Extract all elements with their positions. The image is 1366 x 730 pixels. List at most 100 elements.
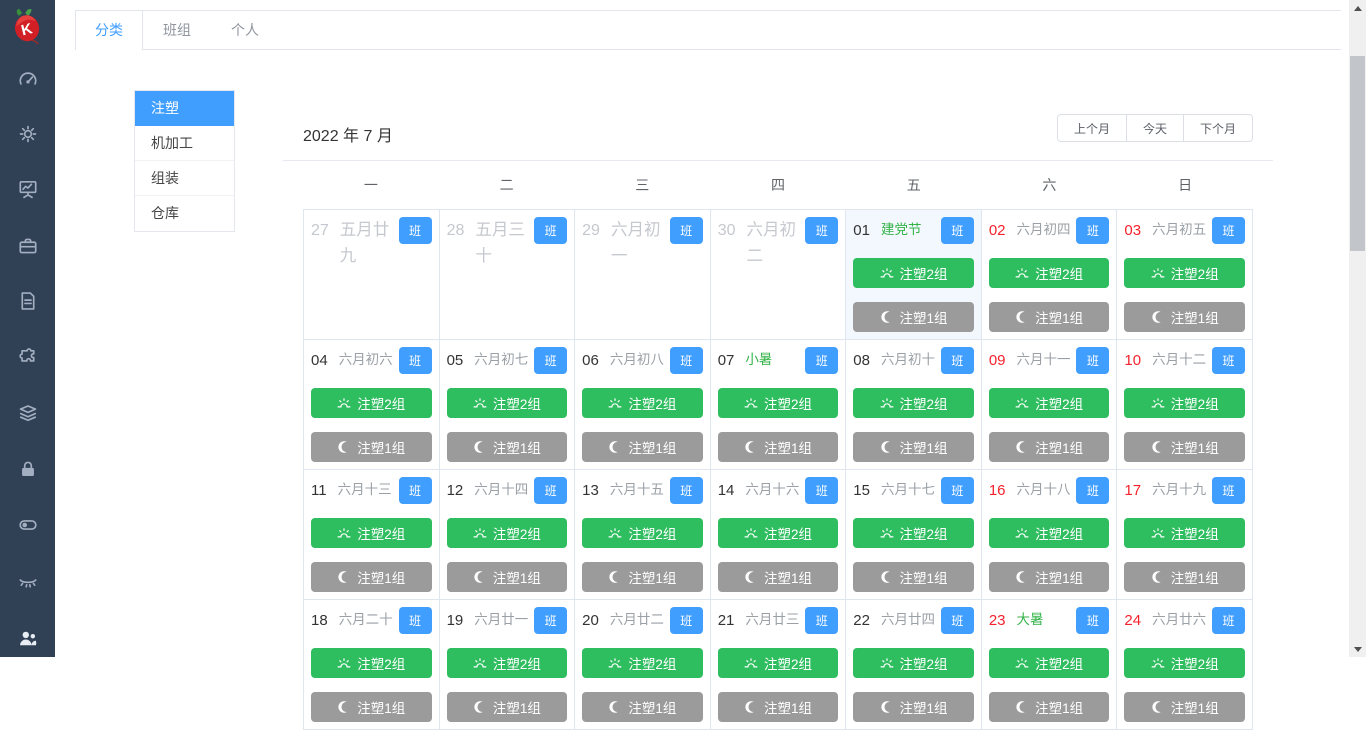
- toggle-icon[interactable]: [17, 514, 39, 536]
- shift-badge[interactable]: 班: [805, 477, 839, 504]
- shift-badge[interactable]: 班: [805, 217, 839, 244]
- day-shift-event[interactable]: 注塑2组: [988, 388, 1110, 418]
- calendar-cell[interactable]: 13 六月十五班注塑2组 注塑1组: [575, 470, 711, 600]
- day-shift-event[interactable]: 注塑2组: [446, 648, 568, 678]
- scroll-up-arrow[interactable]: [1349, 0, 1366, 16]
- menu-item-assembly[interactable]: 组装: [135, 161, 234, 196]
- day-shift-event[interactable]: 注塑2组: [311, 648, 432, 678]
- shift-badge[interactable]: 班: [940, 607, 974, 634]
- day-shift-event[interactable]: 注塑2组: [1124, 648, 1245, 678]
- calendar-cell[interactable]: 10 六月十二班注塑2组 注塑1组: [1117, 340, 1253, 470]
- users-icon[interactable]: [17, 627, 39, 649]
- calendar-cell[interactable]: 27 五月廿九班: [304, 210, 440, 340]
- day-shift-event[interactable]: 注塑2组: [311, 518, 432, 548]
- day-shift-event[interactable]: 注塑2组: [1124, 258, 1245, 288]
- calendar-cell[interactable]: 08 六月初十班注塑2组 注塑1组: [846, 340, 982, 470]
- calendar-cell[interactable]: 06 六月初八班注塑2组 注塑1组: [575, 340, 711, 470]
- day-shift-event[interactable]: 注塑2组: [1124, 518, 1245, 548]
- calendar-cell[interactable]: 30 六月初二班: [710, 210, 847, 340]
- shift-badge[interactable]: 班: [669, 607, 703, 634]
- calendar-cell[interactable]: 16 六月十八班注塑2组 注塑1组: [981, 470, 1118, 600]
- shift-badge[interactable]: 班: [1076, 347, 1110, 374]
- calendar-cell[interactable]: 20 六月廿二班注塑2组 注塑1组: [575, 600, 711, 730]
- tab-team[interactable]: 班组: [143, 11, 211, 49]
- shift-badge[interactable]: 班: [940, 217, 974, 244]
- day-shift-event[interactable]: 注塑2组: [1124, 388, 1245, 418]
- shift-badge[interactable]: 班: [1076, 217, 1110, 244]
- shift-badge[interactable]: 班: [1076, 477, 1110, 504]
- night-shift-event[interactable]: 注塑1组: [1124, 432, 1245, 462]
- shift-badge[interactable]: 班: [669, 217, 703, 244]
- prev-month-button[interactable]: 上个月: [1056, 114, 1127, 142]
- day-shift-event[interactable]: 注塑2组: [582, 388, 703, 418]
- next-month-button[interactable]: 下个月: [1182, 114, 1253, 142]
- scrollbar-thumb[interactable]: [1350, 56, 1365, 251]
- calendar-cell[interactable]: 22 六月廿四班注塑2组 注塑1组: [846, 600, 982, 730]
- night-shift-event[interactable]: 注塑1组: [988, 432, 1110, 462]
- night-shift-event[interactable]: 注塑1组: [311, 692, 432, 722]
- day-shift-event[interactable]: 注塑2组: [988, 648, 1110, 678]
- night-shift-event[interactable]: 注塑1组: [446, 562, 568, 592]
- menu-item-warehouse[interactable]: 仓库: [135, 196, 234, 231]
- puzzle-icon[interactable]: [17, 346, 39, 368]
- day-shift-event[interactable]: 注塑2组: [311, 388, 432, 418]
- shift-badge[interactable]: 班: [534, 477, 568, 504]
- night-shift-event[interactable]: 注塑1组: [853, 432, 974, 462]
- day-shift-event[interactable]: 注塑2组: [853, 648, 974, 678]
- day-shift-event[interactable]: 注塑2组: [446, 518, 568, 548]
- calendar-cell[interactable]: 18 六月二十班注塑2组 注塑1组: [304, 600, 440, 730]
- night-shift-event[interactable]: 注塑1组: [988, 562, 1110, 592]
- shift-badge[interactable]: 班: [669, 477, 703, 504]
- night-shift-event[interactable]: 注塑1组: [311, 562, 432, 592]
- tab-category[interactable]: 分类: [75, 11, 143, 50]
- shift-badge[interactable]: 班: [805, 347, 839, 374]
- menu-item-machining[interactable]: 机加工: [135, 126, 234, 161]
- calendar-cell[interactable]: 09 六月十一班注塑2组 注塑1组: [981, 340, 1118, 470]
- day-shift-event[interactable]: 注塑2组: [988, 518, 1110, 548]
- night-shift-event[interactable]: 注塑1组: [446, 432, 568, 462]
- calendar-cell[interactable]: 24 六月廿六班注塑2组 注塑1组: [1117, 600, 1253, 730]
- day-shift-event[interactable]: 注塑2组: [717, 518, 839, 548]
- shift-badge[interactable]: 班: [398, 477, 432, 504]
- night-shift-event[interactable]: 注塑1组: [582, 692, 703, 722]
- calendar-cell[interactable]: 03 六月初五班注塑2组 注塑1组: [1117, 210, 1253, 340]
- night-shift-event[interactable]: 注塑1组: [988, 692, 1110, 722]
- calendar-cell[interactable]: 11 六月十三班注塑2组 注塑1组: [304, 470, 440, 600]
- night-shift-event[interactable]: 注塑1组: [311, 432, 432, 462]
- calendar-cell[interactable]: 29 六月初一班: [575, 210, 711, 340]
- night-shift-event[interactable]: 注塑1组: [853, 692, 974, 722]
- calendar-cell[interactable]: 04 六月初六班注塑2组 注塑1组: [304, 340, 440, 470]
- calendar-cell[interactable]: 01 建党节 班注塑2组 注塑1组: [846, 210, 982, 340]
- layers-icon[interactable]: [17, 402, 39, 424]
- night-shift-event[interactable]: 注塑1组: [1124, 692, 1245, 722]
- night-shift-event[interactable]: 注塑1组: [853, 562, 974, 592]
- menu-item-injection[interactable]: 注塑: [135, 91, 234, 126]
- shift-badge[interactable]: 班: [398, 607, 432, 634]
- document-icon[interactable]: [17, 290, 39, 312]
- night-shift-event[interactable]: 注塑1组: [853, 302, 974, 332]
- tab-personal[interactable]: 个人: [211, 11, 279, 49]
- app-logo[interactable]: K: [7, 4, 49, 50]
- day-shift-event[interactable]: 注塑2组: [717, 648, 839, 678]
- calendar-cell[interactable]: 15 六月十七班注塑2组 注塑1组: [846, 470, 982, 600]
- night-shift-event[interactable]: 注塑1组: [1124, 562, 1245, 592]
- briefcase-icon[interactable]: [17, 235, 39, 257]
- day-shift-event[interactable]: 注塑2组: [853, 388, 974, 418]
- night-shift-event[interactable]: 注塑1组: [717, 432, 839, 462]
- calendar-cell[interactable]: 19 六月廿一班注塑2组 注塑1组: [439, 600, 576, 730]
- calendar-cell[interactable]: 14 六月十六班注塑2组 注塑1组: [710, 470, 847, 600]
- night-shift-event[interactable]: 注塑1组: [717, 562, 839, 592]
- day-shift-event[interactable]: 注塑2组: [853, 258, 974, 288]
- shift-badge[interactable]: 班: [534, 217, 568, 244]
- day-shift-event[interactable]: 注塑2组: [853, 518, 974, 548]
- scrollbar[interactable]: [1349, 0, 1366, 657]
- day-shift-event[interactable]: 注塑2组: [446, 388, 568, 418]
- day-shift-event[interactable]: 注塑2组: [717, 388, 839, 418]
- shift-badge[interactable]: 班: [398, 217, 432, 244]
- scroll-down-arrow[interactable]: [1349, 641, 1366, 657]
- night-shift-event[interactable]: 注塑1组: [1124, 302, 1245, 332]
- shift-badge[interactable]: 班: [805, 607, 839, 634]
- shift-badge[interactable]: 班: [669, 347, 703, 374]
- dashboard-icon[interactable]: [17, 68, 39, 90]
- calendar-cell[interactable]: 17 六月十九班注塑2组 注塑1组: [1117, 470, 1253, 600]
